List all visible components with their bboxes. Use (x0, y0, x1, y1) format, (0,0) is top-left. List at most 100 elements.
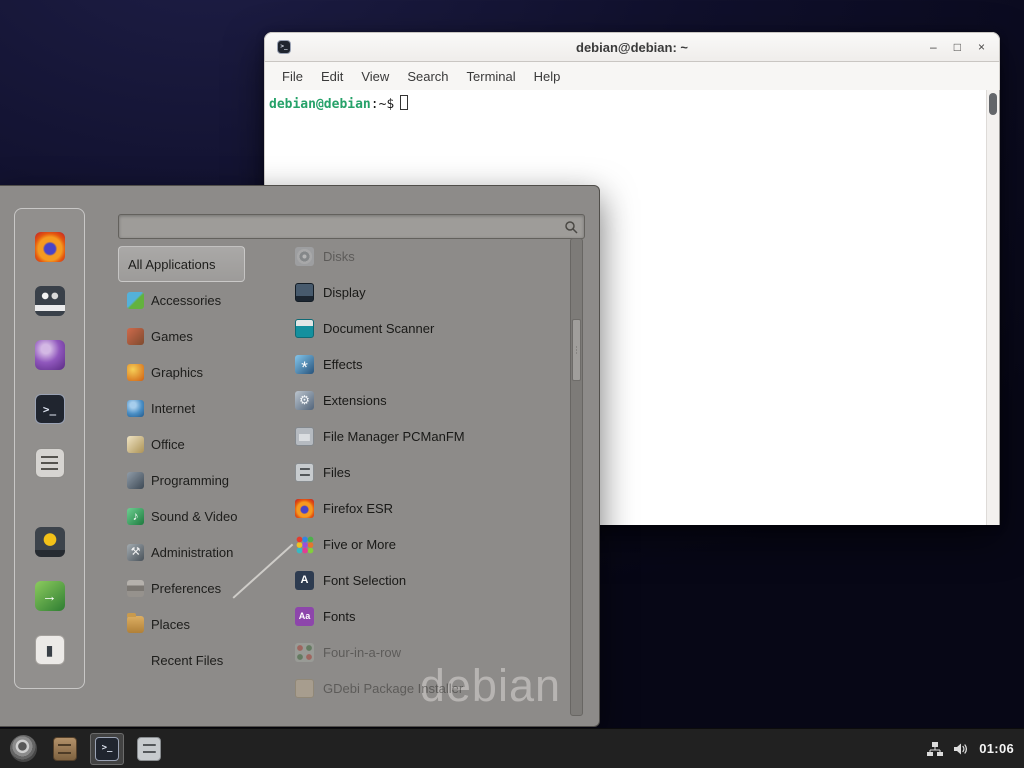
app-item-four-in-a-row[interactable]: Four-in-a-row (285, 634, 565, 670)
category-games[interactable]: Games (118, 318, 268, 354)
volume-icon[interactable] (953, 742, 969, 756)
software-list-icon (35, 448, 65, 478)
log-out-button[interactable] (34, 580, 66, 612)
app-label: File Manager PCManFM (323, 429, 465, 444)
app-item-font-selection[interactable]: Font Selection (285, 562, 565, 598)
category-office[interactable]: Office (118, 426, 268, 462)
close-button[interactable]: × (978, 40, 985, 54)
favorite-software[interactable] (34, 447, 66, 479)
app-item-effects[interactable]: Effects (285, 346, 565, 382)
effects-icon (295, 355, 314, 374)
category-label: Preferences (151, 581, 221, 596)
menu-view[interactable]: View (352, 69, 398, 84)
terminal-cursor (400, 95, 408, 110)
category-label: Internet (151, 401, 195, 416)
category-preferences[interactable]: Preferences (118, 570, 268, 606)
maximize-button[interactable]: □ (954, 40, 961, 54)
favorite-terminal[interactable] (34, 393, 66, 425)
app-label: Effects (323, 357, 363, 372)
app-item-display[interactable]: Display (285, 274, 565, 310)
files-icon (137, 737, 161, 761)
log-out-icon (35, 581, 65, 611)
search-input[interactable] (125, 215, 564, 238)
app-item-extensions[interactable]: Extensions (285, 382, 565, 418)
prompt-user-host: debian@debian (269, 97, 371, 112)
graphics-icon (127, 364, 144, 381)
app-item-files[interactable]: Files (285, 454, 565, 490)
clock[interactable]: 01:06 (979, 741, 1014, 756)
favorites-sidebar (14, 208, 85, 689)
administration-icon (127, 544, 144, 561)
lock-screen-button[interactable] (34, 526, 66, 558)
favorites-group (34, 231, 66, 479)
app-item-gdebi-package-installer[interactable]: GDebi Package Installer (285, 670, 565, 706)
menu-search[interactable]: Search (398, 69, 457, 84)
category-places[interactable]: Places (118, 606, 268, 642)
category-label: All Applications (128, 257, 215, 272)
app-item-disks[interactable]: Disks (285, 238, 565, 274)
app-label: Extensions (323, 393, 387, 408)
firefox-icon (295, 499, 314, 518)
category-label: Accessories (151, 293, 221, 308)
category-sound-video[interactable]: Sound & Video (118, 498, 268, 534)
pidgin-icon (35, 340, 65, 370)
quit-button[interactable] (34, 634, 66, 666)
category-graphics[interactable]: Graphics (118, 354, 268, 390)
terminal-launcher[interactable] (90, 733, 124, 765)
network-icon[interactable] (927, 742, 943, 756)
app-label: Fonts (323, 609, 356, 624)
apps-scrollbar[interactable] (570, 238, 583, 716)
category-administration[interactable]: Administration (118, 534, 268, 570)
fonts-icon (295, 607, 314, 626)
quit-icon (35, 635, 65, 665)
terminal-icon (35, 394, 65, 424)
terminal-icon (95, 737, 119, 761)
sound-video-icon (127, 508, 144, 525)
menu-search-box[interactable] (118, 214, 585, 239)
terminal-scrollbar[interactable] (986, 90, 999, 525)
menu-file[interactable]: File (273, 69, 312, 84)
app-label: Disks (323, 249, 355, 264)
category-internet[interactable]: Internet (118, 390, 268, 426)
pcmanfm-icon (295, 427, 314, 446)
terminal-app-icon (277, 40, 291, 54)
system-tray: 01:06 (927, 741, 1024, 756)
programming-icon (127, 472, 144, 489)
disks-icon (295, 247, 314, 266)
category-label: Graphics (151, 365, 203, 380)
category-recent-files[interactable]: Recent Files (118, 642, 268, 678)
app-item-five-or-more[interactable]: Five or More (285, 526, 565, 562)
category-accessories[interactable]: Accessories (118, 282, 268, 318)
file-manager-launcher[interactable] (48, 733, 82, 765)
apps-scrollbar-thumb[interactable] (572, 319, 581, 381)
category-all-applications[interactable]: All Applications (118, 246, 245, 282)
blank-icon (127, 652, 144, 669)
app-item-firefox-esr[interactable]: Firefox ESR (285, 490, 565, 526)
app-label: Display (323, 285, 366, 300)
favorite-users[interactable] (34, 285, 66, 317)
menu-terminal[interactable]: Terminal (458, 69, 525, 84)
app-label: GDebi Package Installer (323, 681, 463, 696)
files-launcher[interactable] (132, 733, 166, 765)
app-item-file-manager-pcmanfm[interactable]: File Manager PCManFM (285, 418, 565, 454)
terminal-scrollbar-thumb[interactable] (989, 93, 997, 115)
menu-help[interactable]: Help (525, 69, 570, 84)
extensions-icon (295, 391, 314, 410)
favorite-pidgin[interactable] (34, 339, 66, 371)
menu-edit[interactable]: Edit (312, 69, 352, 84)
app-item-document-scanner[interactable]: Document Scanner (285, 310, 565, 346)
prompt-line: debian@debian:~$ (269, 95, 983, 112)
app-item-fonts[interactable]: Fonts (285, 598, 565, 634)
preferences-icon (127, 580, 144, 597)
terminal-titlebar[interactable]: debian@debian: ~ – □ × (264, 32, 1000, 62)
category-list: All Applications Accessories Games Graph… (118, 246, 268, 678)
category-label: Recent Files (151, 653, 223, 668)
display-icon (295, 283, 314, 302)
category-programming[interactable]: Programming (118, 462, 268, 498)
lock-screen-icon (35, 527, 65, 557)
application-menu: debian All Applications Accessories Game… (0, 185, 600, 727)
menu-button[interactable] (6, 733, 40, 765)
window-controls: – □ × (930, 40, 999, 54)
minimize-button[interactable]: – (930, 40, 937, 54)
favorite-firefox[interactable] (34, 231, 66, 263)
